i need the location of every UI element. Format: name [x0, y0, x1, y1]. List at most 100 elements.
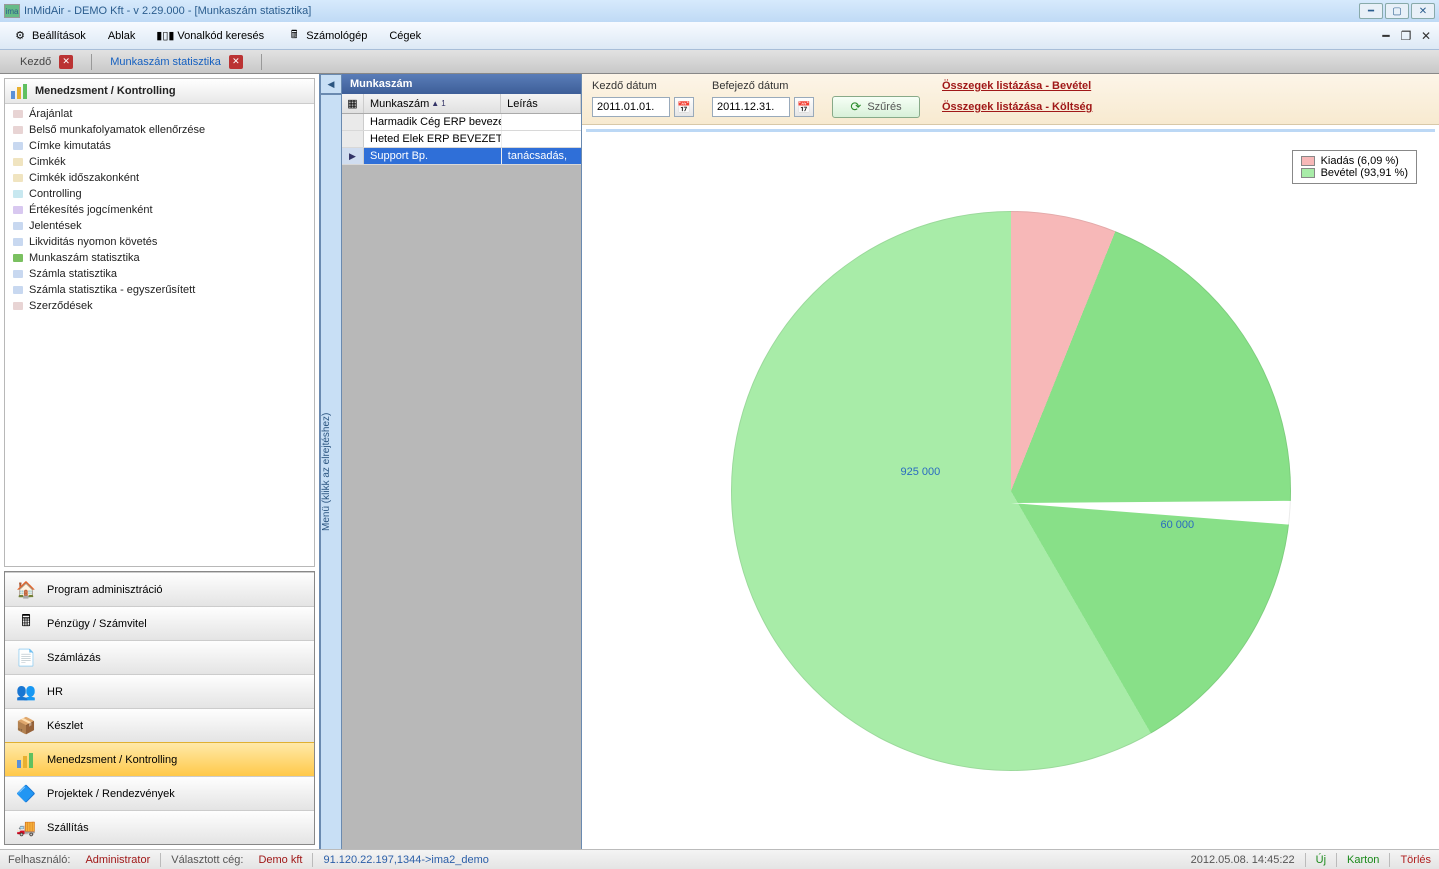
sidebar-item-label: Cimkék: [29, 156, 66, 168]
box-icon: 📦: [15, 715, 37, 737]
sidebar-item-label: Munkaszám statisztika: [29, 252, 140, 264]
grid-selector-header[interactable]: ▦: [342, 94, 364, 113]
start-date-picker-button[interactable]: 📅: [674, 97, 694, 117]
maximize-button[interactable]: ▢: [1385, 3, 1409, 19]
minimize-button[interactable]: ━: [1359, 3, 1383, 19]
menubar: ⚙ Beállítások Ablak ▮▯▮ Vonalkód keresés…: [0, 22, 1439, 50]
module-label: Program adminisztráció: [47, 584, 163, 596]
module-shipping[interactable]: 🚚Szállítás: [5, 810, 314, 844]
link-list-cost[interactable]: Összegek listázása - Költség: [942, 101, 1092, 113]
calculator-icon: 🖩: [286, 28, 302, 44]
sidebar-item[interactable]: Árajánlat: [5, 106, 314, 122]
close-button[interactable]: ✕: [1411, 3, 1435, 19]
mdi-minimize-button[interactable]: ━: [1377, 29, 1395, 43]
status-datetime: 2012.05.08. 14:45:22: [1191, 854, 1295, 866]
module-management[interactable]: Menedzsment / Kontrolling: [5, 742, 314, 776]
cell-leiras: tanácsadás,: [502, 148, 581, 164]
bullet-icon: [13, 126, 23, 134]
sidebar-item[interactable]: Jelentések: [5, 218, 314, 234]
app-icon: ima: [4, 4, 20, 18]
start-date-input[interactable]: [592, 97, 670, 117]
status-new-button[interactable]: Új: [1316, 854, 1326, 866]
bullet-icon: [13, 206, 23, 214]
titlebar: ima InMidAir - DEMO Kft - v 2.29.000 - […: [0, 0, 1439, 22]
document-icon: 📄: [15, 647, 37, 669]
module-label: Készlet: [47, 720, 83, 732]
tab-home[interactable]: Kezdő ✕: [10, 53, 83, 71]
list-title: Munkaszám: [342, 74, 581, 94]
module-billing[interactable]: 📄Számlázás: [5, 640, 314, 674]
module-projects[interactable]: 🔷Projektek / Rendezvények: [5, 776, 314, 810]
bullet-icon: [13, 222, 23, 230]
mdi-close-button[interactable]: ✕: [1417, 29, 1435, 43]
sidebar-tree: Menedzsment / Kontrolling ÁrajánlatBelső…: [4, 78, 315, 567]
sidebar-item-label: Számla statisztika - egyszerűsített: [29, 284, 195, 296]
bullet-icon: [13, 270, 23, 278]
gear-icon: ⚙: [12, 28, 28, 44]
menu-label: Beállítások: [32, 30, 86, 42]
sidebar-item[interactable]: Számla statisztika - egyszerűsített: [5, 282, 314, 298]
bullet-icon: [13, 286, 23, 294]
legend-item-bevetel: Bevétel (93,91 %): [1301, 167, 1408, 179]
sidebar-item-label: Címke kimutatás: [29, 140, 111, 152]
pie-gap: [1010, 491, 1291, 525]
sidebar-item[interactable]: Értékesítés jogcímenként: [5, 202, 314, 218]
end-date-input[interactable]: [712, 97, 790, 117]
menu-companies[interactable]: Cégek: [383, 28, 427, 44]
worknumber-list-panel: Munkaszám ▦ Munkaszám▲1 Leírás Harmadik …: [342, 74, 582, 849]
sidebar-item-label: Számla statisztika: [29, 268, 117, 280]
bullet-icon: [13, 254, 23, 262]
table-row[interactable]: ▶Support Bp.tanácsadás,: [342, 148, 581, 165]
nav-modules: 🏠Program adminisztráció 🖩Pénzügy / Számv…: [4, 571, 315, 845]
module-hr[interactable]: 👥HR: [5, 674, 314, 708]
filter-button[interactable]: ⟳ Szűrés: [832, 96, 920, 118]
sidebar-item[interactable]: Likviditás nyomon követés: [5, 234, 314, 250]
cell-leiras: [502, 114, 581, 130]
module-stock[interactable]: 📦 Készlet: [5, 708, 314, 742]
sidebar-item[interactable]: Számla statisztika: [5, 266, 314, 282]
sidebar: Menedzsment / Kontrolling ÁrajánlatBelső…: [0, 74, 320, 849]
module-program-admin[interactable]: 🏠Program adminisztráció: [5, 572, 314, 606]
sidebar-item[interactable]: Szerződések: [5, 298, 314, 314]
window-title: InMidAir - DEMO Kft - v 2.29.000 - [Munk…: [24, 5, 1359, 17]
menu-window[interactable]: Ablak: [102, 28, 142, 44]
grid-body: Harmadik Cég ERP bevezetésHeted Elek ERP…: [342, 114, 581, 165]
bullet-icon: [13, 238, 23, 246]
sidebar-item[interactable]: Címke kimutatás: [5, 138, 314, 154]
sidebar-item[interactable]: Munkaszám statisztika: [5, 250, 314, 266]
sidebar-item-label: Értékesítés jogcímenként: [29, 204, 153, 216]
close-icon[interactable]: ✕: [59, 55, 73, 69]
module-label: Szállítás: [47, 822, 89, 834]
menu-calculator[interactable]: 🖩 Számológép: [280, 26, 373, 46]
chart-legend: Kiadás (6,09 %) Bevétel (93,91 %): [1292, 150, 1417, 184]
sidebar-header-label: Menedzsment / Kontrolling: [35, 85, 176, 97]
module-finance[interactable]: 🖩Pénzügy / Számvitel: [5, 606, 314, 640]
people-icon: 👥: [15, 681, 37, 703]
grid-col-leiras[interactable]: Leírás: [501, 94, 581, 113]
sidebar-item[interactable]: Belső munkafolyamatok ellenőrzése: [5, 122, 314, 138]
table-row[interactable]: Harmadik Cég ERP bevezetés: [342, 114, 581, 131]
status-delete-button[interactable]: Törlés: [1400, 854, 1431, 866]
sidebar-collapse-label[interactable]: Menü (klikk az elrejtéshez): [320, 94, 342, 849]
sidebar-collapse-button[interactable]: ◀: [320, 74, 342, 94]
tab-workno-stats[interactable]: Munkaszám statisztika ✕: [100, 53, 253, 71]
bullet-icon: [13, 174, 23, 182]
mdi-restore-button[interactable]: ❐: [1397, 29, 1415, 43]
sidebar-item[interactable]: Cimkék időszakonként: [5, 170, 314, 186]
sidebar-item-label: Likviditás nyomon követés: [29, 236, 157, 248]
menu-barcode-search[interactable]: ▮▯▮ Vonalkód keresés: [151, 26, 270, 46]
close-icon[interactable]: ✕: [229, 55, 243, 69]
table-row[interactable]: Heted Elek ERP BEVEZETÉS: [342, 131, 581, 148]
start-date-label: Kezdő dátum: [592, 80, 702, 92]
link-list-revenue[interactable]: Összegek listázása - Bevétel: [942, 80, 1091, 92]
bullet-icon: [13, 302, 23, 310]
filter-button-label: Szűrés: [867, 101, 901, 113]
menu-settings[interactable]: ⚙ Beállítások: [6, 26, 92, 46]
end-date-picker-button[interactable]: 📅: [794, 97, 814, 117]
tabstrip: Kezdő ✕ Munkaszám statisztika ✕: [0, 50, 1439, 74]
sidebar-item[interactable]: Cimkék: [5, 154, 314, 170]
sidebar-item[interactable]: Controlling: [5, 186, 314, 202]
cell-munkaszam: Harmadik Cég ERP bevezetés: [364, 114, 502, 130]
status-card-button[interactable]: Karton: [1347, 854, 1379, 866]
grid-col-munkaszam[interactable]: Munkaszám▲1: [364, 94, 501, 113]
